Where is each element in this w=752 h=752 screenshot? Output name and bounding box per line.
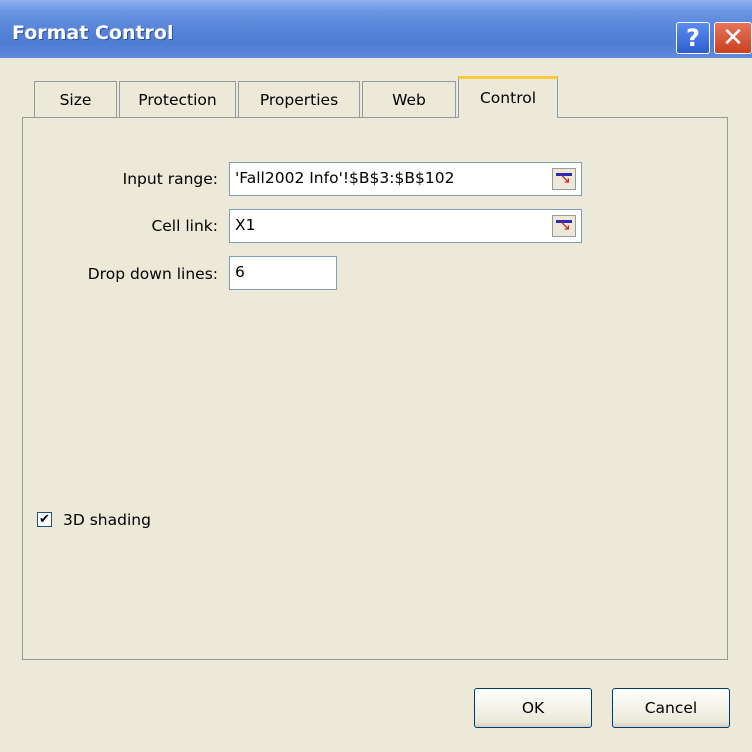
tab-size-label: Size [59, 90, 92, 109]
cell-link-field[interactable]: X1 [229, 209, 582, 243]
tab-control-label: Control [479, 88, 537, 107]
drop-down-lines-field[interactable]: 6 [229, 256, 337, 290]
close-button[interactable]: ✕ [714, 22, 752, 54]
tab-size[interactable]: Size [34, 81, 117, 117]
help-icon: ? [686, 24, 700, 52]
close-icon: ✕ [722, 23, 744, 53]
cell-link-value: X1 [235, 216, 256, 234]
input-range-label: Input range: [122, 170, 218, 188]
3d-shading-checkbox[interactable]: ✔ [37, 512, 52, 527]
cancel-button[interactable]: Cancel [612, 688, 730, 728]
ok-button[interactable]: OK [474, 688, 592, 728]
tab-protection[interactable]: Protection [119, 81, 236, 117]
tab-properties-label: Properties [259, 90, 339, 109]
input-range-field[interactable]: 'Fall2002 Info'!$B$3:$B$102 [229, 162, 582, 196]
format-control-dialog: Format Control ? ✕ Size Protection Prope… [0, 0, 752, 752]
help-button[interactable]: ? [676, 22, 710, 54]
drop-down-lines-label: Drop down lines: [87, 265, 218, 283]
cell-link-collapse-icon[interactable] [552, 215, 576, 237]
3d-shading-label: 3D shading [63, 511, 151, 529]
title-bar[interactable]: Format Control ? ✕ [0, 0, 752, 58]
cancel-button-label: Cancel [644, 699, 698, 717]
control-tab-panel [22, 117, 728, 660]
tab-control[interactable]: Control [458, 76, 558, 118]
checkmark-icon: ✔ [39, 512, 50, 527]
tab-protection-label: Protection [138, 90, 217, 109]
input-range-value: 'Fall2002 Info'!$B$3:$B$102 [235, 169, 455, 187]
cell-link-label: Cell link: [151, 217, 218, 235]
dialog-title: Format Control [12, 22, 174, 44]
input-range-collapse-icon[interactable] [552, 168, 576, 190]
tab-web[interactable]: Web [362, 81, 456, 117]
ok-button-label: OK [521, 699, 545, 717]
tab-web-label: Web [392, 90, 426, 109]
tab-properties[interactable]: Properties [238, 81, 360, 117]
drop-down-lines-value: 6 [235, 263, 245, 281]
